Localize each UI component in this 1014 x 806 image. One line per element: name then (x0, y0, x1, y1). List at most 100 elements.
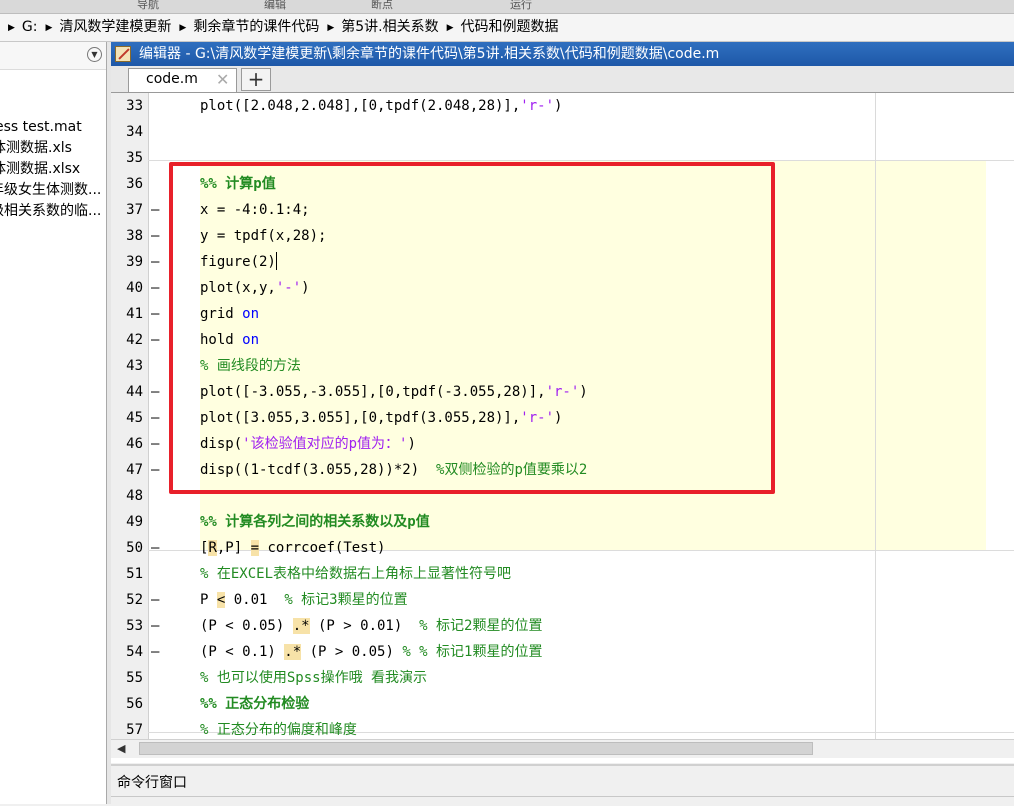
breakpoint-marker[interactable]: — (151, 587, 159, 613)
chevron-right-icon[interactable]: ▶ (8, 15, 15, 42)
path-segment[interactable]: 剩余章节的课件代码 (193, 14, 319, 41)
chevron-right-icon[interactable]: ▶ (327, 15, 334, 42)
code-token: % 也可以使用Spss操作哦 看我演示 (200, 670, 428, 686)
code-text[interactable]: plot(x,y,'-') (200, 275, 310, 301)
chevron-right-icon[interactable]: ▶ (46, 15, 53, 42)
line-number: 38 (126, 228, 143, 244)
tab-code-m[interactable]: code.m ✕ (128, 68, 237, 92)
ribbon-label-nav[interactable]: 导航 (137, 0, 159, 12)
code-text[interactable]: [R,P] = corrcoef(Test) (200, 535, 385, 561)
file-item[interactable]: 年级女生体测数... (0, 180, 101, 201)
code-text[interactable]: plot([3.055,3.055],[0,tpdf(3.055,28)],'r… (200, 405, 562, 431)
line-number: 54 (126, 644, 143, 660)
line-number: 34 (126, 124, 143, 140)
line-number: 40 (126, 280, 143, 296)
code-text[interactable]: grid on (200, 301, 259, 327)
code-text[interactable]: plot([-3.055,-3.055],[0,tpdf(-3.055,28)]… (200, 379, 588, 405)
divider (111, 796, 1014, 797)
breakpoint-marker[interactable]: — (151, 327, 159, 353)
line-number: 51 (126, 566, 143, 582)
breakpoint-marker[interactable]: — (151, 431, 159, 457)
path-segment[interactable]: G: (22, 14, 38, 41)
breakpoint-marker[interactable]: — (151, 405, 159, 431)
code-token: figure(2) (200, 254, 276, 270)
code-token: 0.01 (225, 592, 285, 608)
current-folder-panel: ▼ ess test.mat 体测数据.xls 体测数据.xlsx 年级女生体测… (0, 42, 107, 804)
code-token: 'r-' (520, 410, 555, 426)
line-number: 53 (126, 618, 143, 634)
code-text[interactable]: disp((1-tcdf(3.055,28))*2) %双侧检验的p值要乘以2 (200, 457, 587, 483)
file-item[interactable]: ess test.mat (0, 117, 101, 138)
code-line: 52 — P < 0.01 % 标记3颗星的位置 (111, 587, 1014, 613)
code-text[interactable]: figure(2) (200, 249, 277, 275)
code-text[interactable]: %% 正态分布检验 (200, 691, 309, 717)
code-area[interactable]: 33 plot([2.048,2.048],[0,tpdf(2.048,28)],… (111, 93, 1014, 739)
code-token: % 正态分布的偏度和峰度 (200, 722, 357, 738)
code-text[interactable]: y = tpdf(x,28); (200, 223, 326, 249)
code-line: 36 %% 计算p值 (111, 171, 1014, 197)
chevron-right-icon[interactable]: ▶ (179, 15, 186, 42)
code-token: (P < 0.1) (200, 644, 285, 660)
line-number: 57 (126, 722, 143, 738)
file-item[interactable]: 级相关系数的临... (0, 201, 101, 222)
code-text[interactable]: % 在EXCEL表格中给数据右上角标上显著性符号吧 (200, 561, 511, 587)
code-token: disp((1-tcdf(3.055,28))*2) (200, 462, 437, 478)
breakpoint-marker[interactable]: — (151, 379, 159, 405)
code-text[interactable]: %% 计算p值 (200, 171, 276, 197)
dropdown-icon[interactable]: ▼ (87, 47, 102, 62)
breakpoint-marker[interactable]: — (151, 301, 159, 327)
code-text[interactable]: P < 0.01 % 标记3颗星的位置 (200, 587, 408, 613)
code-token: %双侧检验的p值要乘以2 (436, 462, 588, 478)
code-text[interactable]: disp('该检验值对应的p值为：') (200, 431, 416, 457)
ribbon-strip: 导航 编辑 断点 运行 (0, 0, 1014, 14)
code-text[interactable]: % 画线段的方法 (200, 353, 301, 379)
breakpoint-marker[interactable]: — (151, 249, 159, 275)
code-text[interactable]: plot([2.048,2.048],[0,tpdf(2.048,28)],'r… (200, 93, 562, 119)
ribbon-label-run[interactable]: 运行 (510, 0, 532, 12)
code-line: 35 (111, 145, 1014, 171)
path-segment[interactable]: 第5讲.相关系数 (341, 14, 438, 41)
code-token: %% 计算各列之间的相关系数以及p值 (200, 514, 430, 530)
code-token: .* (292, 618, 310, 634)
line-number: 39 (126, 254, 143, 270)
file-item[interactable]: 体测数据.xlsx (0, 159, 101, 180)
code-token: plot(x,y, (200, 280, 276, 296)
code-text[interactable]: (P < 0.05) .* (P > 0.01) % 标记2颗星的位置 (200, 613, 542, 639)
code-token: (P < 0.05) (200, 618, 293, 634)
path-segment[interactable]: 代码和例题数据 (461, 14, 559, 41)
breakpoint-marker[interactable]: — (151, 457, 159, 483)
ribbon-label-breakpoints[interactable]: 断点 (371, 0, 393, 12)
chevron-right-icon[interactable]: ▶ (447, 15, 454, 42)
code-line: 48 (111, 483, 1014, 509)
code-line: 40 — plot(x,y,'-') (111, 275, 1014, 301)
code-token: ) (579, 384, 588, 400)
breakpoint-marker[interactable]: — (151, 275, 159, 301)
code-text[interactable]: %% 计算各列之间的相关系数以及p值 (200, 509, 430, 535)
line-number: 49 (126, 514, 143, 530)
code-line: 56 %% 正态分布检验 (111, 691, 1014, 717)
add-tab-icon[interactable]: + (241, 68, 271, 91)
breakpoint-marker[interactable]: — (151, 535, 159, 561)
breakpoint-marker[interactable]: — (151, 639, 159, 665)
code-text[interactable]: x = -4:0.1:4; (200, 197, 310, 223)
scroll-left-icon[interactable]: ◀ (117, 742, 125, 755)
editor-title-bar: 编辑器 - G:\清风数学建模更新\剩余章节的课件代码\第5讲.相关系数\代码和… (111, 42, 1014, 66)
code-token: 'r-' (520, 98, 555, 114)
code-text[interactable]: hold on (200, 327, 259, 353)
scrollbar-thumb[interactable] (139, 742, 813, 755)
ribbon-label-edit[interactable]: 编辑 (264, 0, 286, 12)
breakpoint-marker[interactable]: — (151, 613, 159, 639)
code-token: ,P] (216, 540, 251, 556)
code-token: R (208, 540, 217, 556)
breakpoint-marker[interactable]: — (151, 197, 159, 223)
path-segment[interactable]: 清风数学建模更新 (59, 14, 171, 41)
line-number: 41 (126, 306, 143, 322)
breakpoint-marker[interactable]: — (151, 223, 159, 249)
panel-header: ▼ (0, 42, 106, 70)
close-icon[interactable]: ✕ (216, 70, 229, 89)
file-item[interactable]: 体测数据.xls (0, 138, 101, 159)
code-text[interactable]: (P < 0.1) .* (P > 0.05) % % 标记1颗星的位置 (200, 639, 542, 665)
horizontal-scrollbar[interactable]: ◀ (111, 739, 1014, 758)
code-text[interactable]: % 也可以使用Spss操作哦 看我演示 (200, 665, 427, 691)
code-text[interactable]: % 正态分布的偏度和峰度 (200, 717, 357, 739)
